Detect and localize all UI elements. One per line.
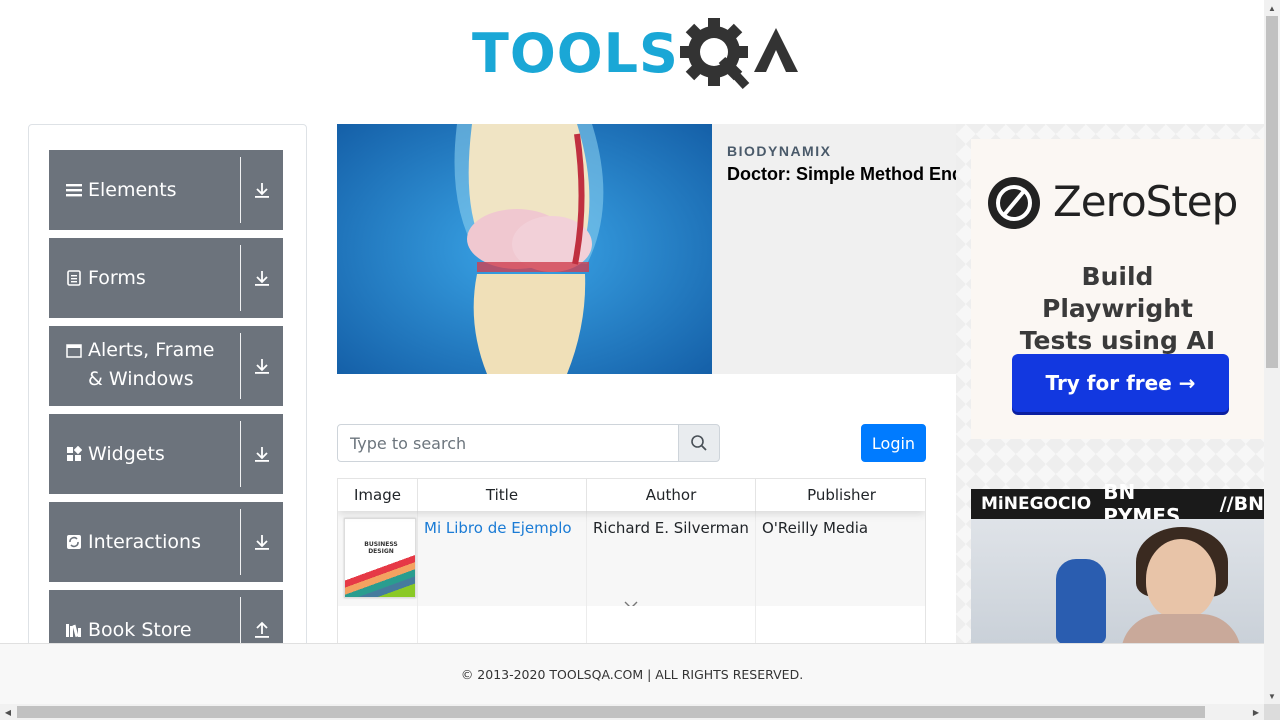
vertical-scroll-thumb[interactable] (1266, 16, 1278, 368)
brand-bn: //BN (1219, 493, 1264, 515)
ad-banner-top[interactable]: BIODYNAMIX Doctor: Simple Method End (337, 124, 956, 374)
download-icon[interactable] (241, 414, 283, 494)
copyright-text: © 2013-2020 TOOLSQA.COM | ALL RIGHTS RES… (460, 667, 804, 682)
table-header: Image Title Author Publisher (338, 479, 925, 511)
bn-brand-bar: MiNEGOCIO BN PYMES //BN (971, 480, 1264, 528)
scroll-right-icon[interactable]: ▶ (1248, 704, 1264, 720)
horizontal-scrollbar[interactable]: ◀ ▶ (0, 704, 1264, 720)
books-table: Image Title Author Publisher BUSINESS DE… (337, 478, 926, 648)
try-for-free-button[interactable]: Try for free → (1012, 354, 1229, 412)
brand-minegocio: MiNEGOCIO (981, 494, 1092, 514)
cell-title: Mi Libro de Ejemplo (418, 511, 587, 606)
document-icon (65, 269, 83, 287)
zerostep-ad[interactable]: ZeroStep Build Playwright Tests using AI… (971, 139, 1264, 439)
scroll-down-icon[interactable]: ▼ (1264, 688, 1280, 704)
mannequin-shape (1056, 559, 1106, 644)
group-label: Alerts, Frame & Windows (88, 339, 215, 390)
ad-brand: BIODYNAMIX (727, 143, 832, 159)
group-label: Forms (88, 266, 146, 289)
download-icon[interactable] (241, 238, 283, 318)
cell-author: Richard E. Silverman (587, 511, 756, 606)
ad-photo (971, 519, 1264, 644)
divider (240, 157, 241, 223)
group-label: Book Store (88, 618, 192, 641)
group-label: Elements (88, 178, 177, 201)
divider (240, 333, 241, 399)
scrollbar-corner (1264, 704, 1280, 720)
download-icon[interactable] (241, 502, 283, 582)
left-panel: Elements Forms Alerts, Frame & Windows W… (28, 124, 307, 684)
ad-sidebar-right: ZeroStep Build Playwright Tests using AI… (956, 124, 1264, 644)
zerostep-tagline: Build Playwright Tests using AI (1019, 262, 1216, 355)
interactions-icon (65, 533, 83, 551)
ad-image-knee (337, 124, 712, 374)
divider (240, 509, 241, 575)
column-header-author[interactable]: Author (587, 479, 756, 511)
group-forms[interactable]: Forms (49, 238, 283, 318)
divider (240, 421, 241, 487)
table-row: BUSINESS DESIGN Mi Libro de Ejemplo Rich… (338, 511, 925, 609)
download-icon[interactable] (241, 150, 283, 230)
zerostep-logo-icon (988, 177, 1040, 229)
group-alerts-frame-windows[interactable]: Alerts, Frame & Windows (49, 326, 283, 406)
zerostep-name: ZeroStep (1053, 177, 1238, 226)
book-cover-image: BUSINESS DESIGN (344, 518, 416, 598)
scroll-left-icon[interactable]: ◀ (0, 704, 16, 720)
toolsqa-logo[interactable]: TOOLS (472, 16, 798, 92)
cell-image: BUSINESS DESIGN (338, 511, 418, 606)
column-header-publisher[interactable]: Publisher (756, 479, 925, 511)
search-button[interactable] (678, 424, 720, 462)
download-icon[interactable] (241, 326, 283, 406)
group-label: Interactions (88, 530, 201, 553)
divider (240, 245, 241, 311)
group-widgets[interactable]: Widgets (49, 414, 283, 494)
scroll-up-icon[interactable]: ▲ (1264, 0, 1280, 16)
table-row (338, 606, 925, 647)
footer: © 2013-2020 TOOLSQA.COM | ALL RIGHTS RES… (0, 643, 1264, 705)
widgets-icon (65, 445, 83, 463)
window-icon (65, 342, 83, 360)
hamburger-icon (65, 181, 83, 199)
search-input[interactable] (337, 424, 679, 462)
book-title-link[interactable]: Mi Libro de Ejemplo (424, 519, 572, 537)
bn-pymes-ad[interactable]: MiNEGOCIO BN PYMES //BN (971, 480, 1264, 644)
column-header-title[interactable]: Title (418, 479, 587, 511)
login-button[interactable]: Login (861, 424, 926, 462)
ad-headline[interactable]: Doctor: Simple Method End (727, 164, 956, 185)
group-elements[interactable]: Elements (49, 150, 283, 230)
logo-text: TOOLS (472, 22, 679, 85)
vertical-scrollbar[interactable]: ▲ ▼ (1264, 0, 1280, 704)
shirt-shape (1121, 614, 1241, 644)
cell-publisher: O'Reilly Media (762, 519, 869, 537)
group-interactions[interactable]: Interactions (49, 502, 283, 582)
horizontal-scroll-thumb[interactable] (17, 706, 1205, 718)
books-icon (65, 621, 83, 639)
column-header-image[interactable]: Image (338, 479, 418, 511)
face-shape (1146, 539, 1216, 619)
group-label: Widgets (88, 442, 165, 465)
search-icon (691, 435, 707, 451)
logo-qa-gear-icon (680, 18, 798, 90)
